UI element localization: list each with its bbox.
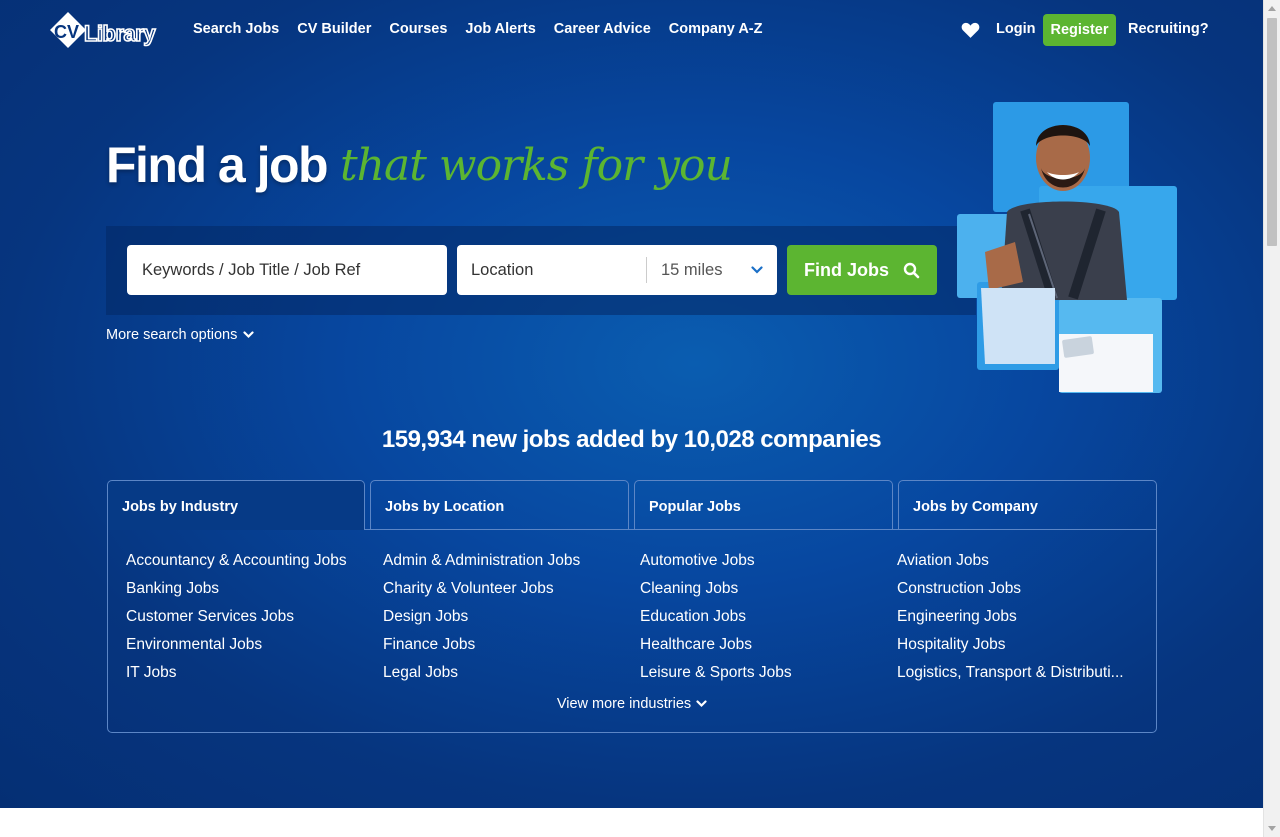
view-more-label: View more industries	[556, 696, 692, 712]
more-search-options-label: More search options	[106, 327, 238, 343]
industry-column-4: Aviation Jobs Construction Jobs Engineer…	[897, 547, 1124, 687]
nav-search-jobs[interactable]: Search Jobs	[193, 21, 279, 37]
hero-tagline: that works for you	[340, 140, 733, 191]
page: CV Library Search Jobs CV Builder Course…	[0, 0, 1263, 837]
chevron-down-icon	[751, 266, 763, 274]
industry-link[interactable]: Environmental Jobs	[126, 631, 347, 659]
view-more-industries[interactable]: View more industries	[107, 696, 1157, 712]
industry-link[interactable]: Healthcare Jobs	[640, 631, 792, 659]
hero-headline: Find a job	[106, 137, 329, 193]
industry-link[interactable]: Leisure & Sports Jobs	[640, 659, 792, 687]
tab-popular-jobs[interactable]: Popular Jobs	[634, 480, 893, 530]
tab-jobs-by-company[interactable]: Jobs by Company	[898, 480, 1157, 530]
industry-column-2: Admin & Administration Jobs Charity & Vo…	[383, 547, 580, 687]
scroll-down-arrow-icon[interactable]	[1268, 826, 1276, 831]
industry-link[interactable]: Charity & Volunteer Jobs	[383, 575, 580, 603]
svg-text:CV: CV	[54, 22, 79, 42]
page-footer-edge	[0, 808, 1263, 837]
login-link[interactable]: Login	[996, 21, 1035, 37]
nav-company-a-z[interactable]: Company A-Z	[669, 21, 763, 37]
radius-value: 15 miles	[661, 260, 723, 279]
nav-job-alerts[interactable]: Job Alerts	[465, 21, 535, 37]
heart-icon[interactable]	[961, 21, 980, 39]
page-scrollbar[interactable]	[1263, 0, 1280, 837]
industry-link[interactable]: Cleaning Jobs	[640, 575, 792, 603]
chevron-down-icon	[243, 331, 254, 339]
nav-career-advice[interactable]: Career Advice	[554, 21, 651, 37]
industry-link[interactable]: Education Jobs	[640, 603, 792, 631]
industry-link[interactable]: Customer Services Jobs	[126, 603, 347, 631]
industry-link[interactable]: Legal Jobs	[383, 659, 580, 687]
tab-jobs-by-industry[interactable]: Jobs by Industry	[107, 480, 365, 530]
nav-cv-builder[interactable]: CV Builder	[297, 21, 371, 37]
industry-link[interactable]: Finance Jobs	[383, 631, 580, 659]
scroll-thumb[interactable]	[1267, 18, 1277, 246]
industry-link[interactable]: Engineering Jobs	[897, 603, 1124, 631]
industry-link[interactable]: IT Jobs	[126, 659, 347, 687]
location-input[interactable]	[457, 245, 645, 295]
industry-link[interactable]: Banking Jobs	[126, 575, 347, 603]
scroll-up-arrow-icon[interactable]	[1268, 6, 1276, 11]
more-search-options[interactable]: More search options	[106, 327, 254, 343]
industry-link[interactable]: Logistics, Transport & Distributi...	[897, 659, 1124, 687]
industry-link[interactable]: Automotive Jobs	[640, 547, 792, 575]
nav-courses[interactable]: Courses	[389, 21, 447, 37]
industry-link[interactable]: Construction Jobs	[897, 575, 1124, 603]
industry-link[interactable]: Admin & Administration Jobs	[383, 547, 580, 575]
browse-jobs-tabs: Jobs by Industry Jobs by Location Popula…	[107, 480, 1157, 733]
industry-link[interactable]: Accountancy & Accounting Jobs	[126, 547, 347, 575]
jobs-stats: 159,934 new jobs added by 10,028 compani…	[381, 426, 882, 453]
industry-link[interactable]: Aviation Jobs	[897, 547, 1124, 575]
industry-column-1: Accountancy & Accounting Jobs Banking Jo…	[126, 547, 347, 687]
industry-column-3: Automotive Jobs Cleaning Jobs Education …	[640, 547, 792, 687]
main-nav: Search Jobs CV Builder Courses Job Alert…	[193, 21, 763, 37]
hero-person-image	[957, 102, 1177, 393]
industry-link[interactable]: Hospitality Jobs	[897, 631, 1124, 659]
search-icon	[903, 262, 920, 278]
find-jobs-label: Find Jobs	[804, 259, 889, 280]
recruiting-link[interactable]: Recruiting?	[1128, 21, 1209, 37]
tab-jobs-by-location[interactable]: Jobs by Location	[370, 480, 629, 530]
industry-link[interactable]: Design Jobs	[383, 603, 580, 631]
keywords-input[interactable]	[127, 245, 447, 295]
radius-select[interactable]: 15 miles	[647, 245, 777, 295]
register-button[interactable]: Register	[1043, 14, 1116, 46]
chevron-down-icon	[696, 700, 707, 708]
find-jobs-button[interactable]: Find Jobs	[787, 245, 937, 295]
svg-text:Library: Library	[84, 21, 156, 46]
cv-library-logo[interactable]: CV Library	[48, 8, 162, 52]
location-field: 15 miles	[457, 245, 777, 295]
